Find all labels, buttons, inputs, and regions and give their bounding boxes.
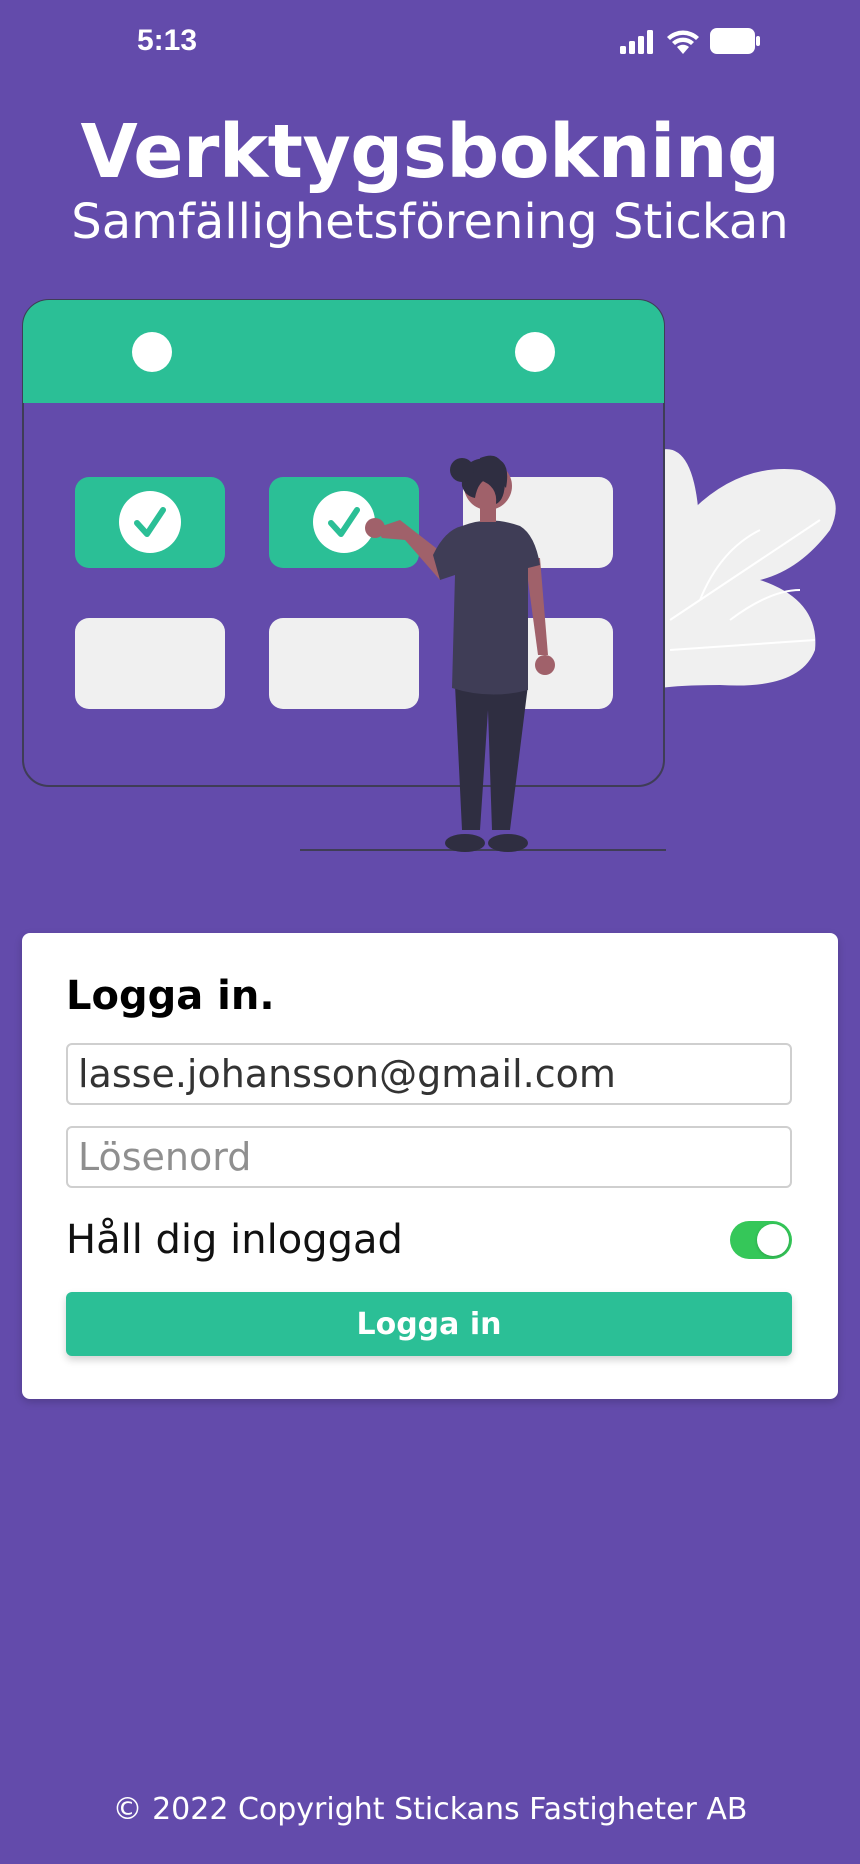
password-field[interactable] [66, 1126, 792, 1188]
remember-me-label: Håll dig inloggad [66, 1217, 403, 1263]
status-bar: 5:13 [0, 0, 860, 90]
battery-icon [710, 28, 760, 54]
header: Verktygsbokning Samfällighetsförening St… [0, 110, 860, 252]
toggle-knob [757, 1224, 789, 1256]
login-card: Logga in. Håll dig inloggad Logga in [22, 933, 838, 1399]
calendar-illustration [22, 299, 665, 787]
calendar-booking-illustration [22, 299, 836, 852]
signal-icon [620, 30, 653, 54]
login-title: Logga in. [66, 973, 275, 1019]
remember-me-toggle[interactable] [730, 1221, 792, 1259]
wifi-icon [667, 30, 699, 54]
page-title: Verktygsbokning [80, 109, 780, 195]
remember-me-row: Håll dig inloggad [66, 1209, 792, 1271]
status-time: 5:13 [137, 24, 198, 57]
email-field[interactable] [66, 1043, 792, 1105]
copyright-footer: © 2022 Copyright Stickans Fastigheter AB [112, 1792, 748, 1827]
status-icons [620, 28, 760, 54]
login-button[interactable]: Logga in [66, 1292, 792, 1356]
page-subtitle: Samfällighetsförening Stickan [71, 194, 789, 250]
plant-illustration [650, 449, 836, 690]
